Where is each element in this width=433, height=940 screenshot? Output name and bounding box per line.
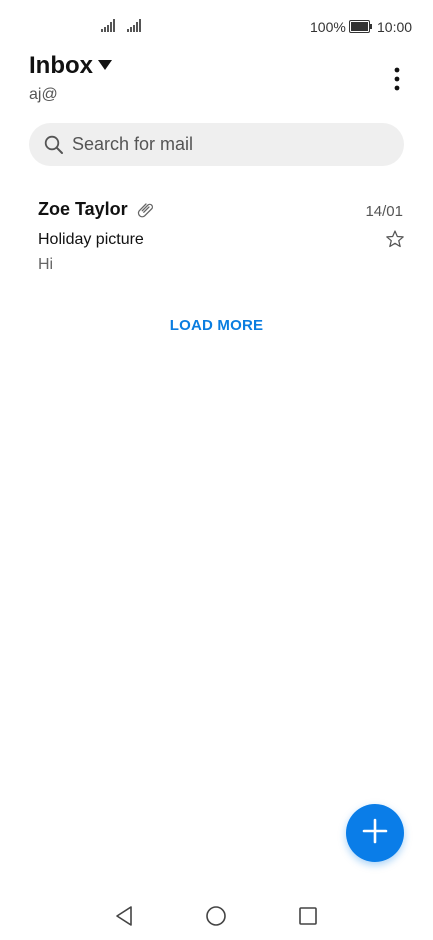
mail-list: Zoe Taylor 14/01 Holiday picture Hi (0, 188, 433, 286)
load-more-button[interactable]: LOAD MORE (0, 317, 433, 334)
mail-date: 14/01 (365, 203, 403, 220)
mail-preview: Hi (38, 256, 54, 273)
navigation-bar (0, 890, 433, 940)
mail-subject: Holiday picture (38, 231, 144, 248)
sender-row: Zoe Taylor (38, 199, 155, 220)
compose-plus-icon (362, 818, 388, 849)
home-icon[interactable] (204, 904, 228, 928)
page-title: Inbox (29, 52, 93, 79)
recents-icon[interactable] (296, 904, 320, 928)
list-item[interactable]: Zoe Taylor 14/01 Holiday picture Hi (0, 188, 433, 286)
search-input[interactable] (72, 134, 372, 155)
more-options-icon[interactable] (386, 64, 408, 94)
battery-icon (349, 20, 373, 38)
dropdown-icon (97, 58, 113, 76)
star-icon[interactable] (385, 229, 405, 249)
compose-button[interactable] (346, 804, 404, 862)
account-address: aj@ (29, 86, 58, 103)
signal-icon (127, 18, 143, 37)
attachment-icon (137, 201, 155, 219)
signal-icon (101, 18, 117, 37)
back-icon[interactable] (112, 904, 136, 928)
status-bar: 100% 10:00 (0, 0, 433, 52)
mail-sender: Zoe Taylor (38, 199, 128, 219)
battery-percentage: 100% (310, 19, 346, 35)
search-icon (43, 134, 65, 156)
app-header: Inbox aj@ (0, 52, 433, 112)
search-bar[interactable] (29, 123, 404, 166)
folder-selector[interactable]: Inbox (29, 52, 113, 80)
clock: 10:00 (377, 19, 413, 35)
